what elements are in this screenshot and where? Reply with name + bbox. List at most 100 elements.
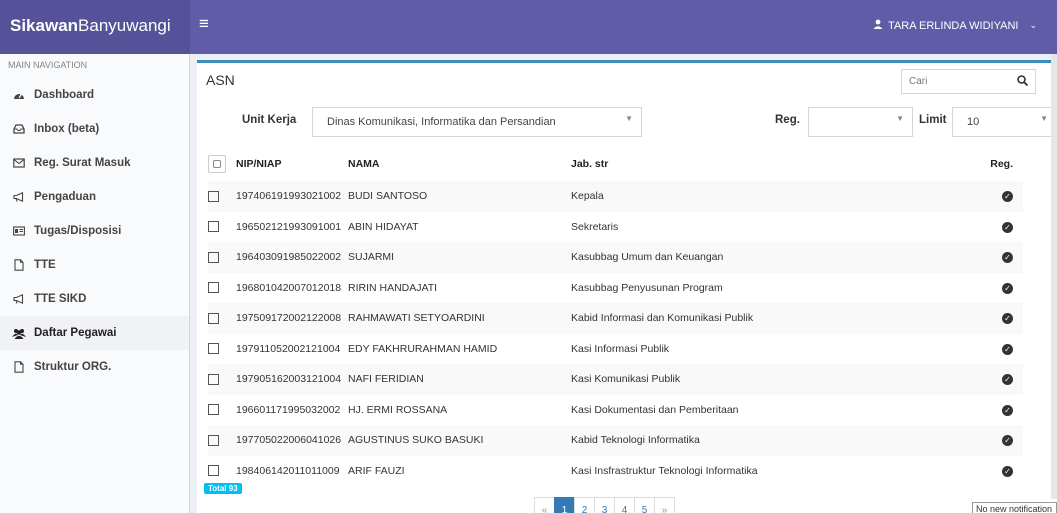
cell-nip: 197509172002122008 <box>236 303 348 334</box>
sidebar-item-tte-sikd[interactable]: TTE SIKD <box>0 282 189 316</box>
col-reg: Reg. <box>990 158 1013 170</box>
cell-nip: 197905162003121004 <box>236 364 348 395</box>
table-row: 196601171995032002 HJ. ERMI ROSSANA Kasi D… <box>208 395 1023 426</box>
dropdown-arrow-icon: ▼ <box>1040 114 1048 123</box>
pagination-page-5[interactable]: 5 <box>634 497 655 513</box>
row-checkbox[interactable] <box>208 282 219 294</box>
table-row: 197406191993021002 BUDI SANTOSO Kepala ✓ <box>208 181 1023 212</box>
row-checkbox[interactable] <box>208 221 219 233</box>
row-checkbox[interactable] <box>208 404 219 416</box>
check-circle-icon: ✓ <box>1002 252 1013 264</box>
check-circle-icon: ✓ <box>1002 282 1013 294</box>
table-row: 197509172002122008 RAHMAWATI SETYOARDINI K… <box>208 303 1023 334</box>
row-checkbox[interactable] <box>208 434 219 446</box>
cell-nama: HJ. ERMI ROSSANA <box>348 403 448 416</box>
total-badge: Total 93 <box>204 483 242 494</box>
cell-nip: 196801042007012018 <box>236 281 342 294</box>
sidebar: MAIN NAVIGATION Dashboard Inbox (beta) Reg… <box>0 54 190 513</box>
cell-nama: NAFI FERIDIAN <box>348 364 571 395</box>
unit-kerja-label: Unit Kerja <box>242 114 297 126</box>
select-all-checkbox[interactable] <box>208 155 226 173</box>
sidebar-item-pengaduan[interactable]: Pengaduan <box>0 180 189 214</box>
sidebar-item-label: Reg. Surat Masuk <box>34 157 131 169</box>
top-navbar: ≡ TARA ERLINDA WIDIYANI ⌄ <box>190 0 1057 54</box>
sidebar-item-tte[interactable]: TTE <box>0 248 189 282</box>
pagination-prev[interactable]: « <box>534 497 555 513</box>
asn-panel: ASN Unit Kerja Dinas Komunikasi, Informa… <box>197 60 1057 513</box>
check-circle-icon: ✓ <box>1002 374 1013 386</box>
scrollbar[interactable] <box>1051 54 1057 499</box>
user-name: TARA ERLINDA WIDIYANI <box>888 19 1019 32</box>
sidebar-item-label: TTE SIKD <box>34 293 87 305</box>
check-circle-icon: ✓ <box>1002 191 1013 203</box>
unit-kerja-value: Dinas Komunikasi, Informatika dan Persan… <box>327 116 556 128</box>
cell-nip: 196601171995032002 <box>236 403 341 416</box>
user-menu[interactable]: TARA ERLINDA WIDIYANI ⌄ <box>873 19 1037 32</box>
sidebar-item-label: TTE <box>34 259 56 271</box>
page-title: ASN <box>206 72 235 88</box>
pagination-page-4[interactable]: 4 <box>614 497 635 513</box>
table-row: 197905162003121004 NAFI FERIDIAN Kasi Komu… <box>208 364 1023 395</box>
check-circle-icon: ✓ <box>1002 465 1013 477</box>
search-input[interactable] <box>902 70 1012 93</box>
cell-jabatan: Kasi Informasi Publik <box>571 342 670 355</box>
check-circle-icon: ✓ <box>1002 343 1013 355</box>
col-jabatan: Jab. str <box>571 158 609 170</box>
sidebar-item-daftar-pegawai[interactable]: Daftar Pegawai <box>0 316 189 350</box>
sidebar-item-struktur-org[interactable]: Struktur ORG. <box>0 350 189 384</box>
row-checkbox[interactable] <box>208 251 219 263</box>
sidebar-item-label: Tugas/Disposisi <box>34 225 122 237</box>
row-checkbox[interactable] <box>208 343 219 355</box>
sidebar-item-label: Dashboard <box>34 89 95 101</box>
table-header-row: NIP/NIAP NAMA Jab. str Reg. <box>208 147 1023 181</box>
cell-jabatan: Sekretaris <box>571 220 619 233</box>
row-checkbox[interactable] <box>208 373 219 385</box>
row-checkbox[interactable] <box>208 312 219 324</box>
dropdown-arrow-icon: ▼ <box>896 114 904 123</box>
table-row: 197705022006041026 AGUSTINUS SUKO BASUKI K… <box>208 425 1023 456</box>
sidebar-item-label: Daftar Pegawai <box>34 327 117 339</box>
cell-jabatan: Kasi Komunikasi Publik <box>571 364 956 395</box>
cell-jabatan: Kasi Dokumentasi dan Pemberitaan <box>571 403 739 416</box>
col-nip: NIP/NIAP <box>236 158 282 170</box>
reg-select[interactable]: ▼ <box>808 107 913 137</box>
pagination-page-1[interactable]: 1 <box>554 497 575 513</box>
cell-nama: ARIF FAUZI <box>348 464 405 477</box>
search-box <box>901 69 1036 94</box>
sidebar-item-dashboard[interactable]: Dashboard <box>0 78 189 112</box>
user-icon <box>873 19 883 32</box>
bullhorn-icon <box>12 192 26 202</box>
check-circle-icon: ✓ <box>1002 313 1013 325</box>
dashboard-icon <box>12 90 26 100</box>
table-row: 198406142011011009 ARIF FAUZI Kasi Insfras… <box>208 456 1023 487</box>
users-icon <box>12 328 26 339</box>
limit-select[interactable]: 10 ▼ <box>952 107 1057 137</box>
sidebar-item-label: Inbox (beta) <box>34 123 100 135</box>
brand-bold: Sikawan <box>10 16 79 35</box>
unit-kerja-select[interactable]: Dinas Komunikasi, Informatika dan Persan… <box>312 107 642 137</box>
cell-jabatan: Kasubbag Penyusunan Program <box>571 281 723 294</box>
pagination-next[interactable]: » <box>654 497 675 513</box>
cell-jabatan: Kabid Informasi dan Komunikasi Publik <box>571 303 956 334</box>
pagination-page-3[interactable]: 3 <box>594 497 615 513</box>
sidebar-item-reg-surat-masuk[interactable]: Reg. Surat Masuk <box>0 146 189 180</box>
cell-nip: 196403091985022002 <box>236 242 348 273</box>
sidebar-item-inbox-beta[interactable]: Inbox (beta) <box>0 112 189 146</box>
id-card-icon <box>12 226 26 236</box>
app-logo[interactable]: SikawanBanyuwangi <box>0 0 190 54</box>
sidebar-item-label: Pengaduan <box>34 191 96 203</box>
row-checkbox[interactable] <box>208 465 219 477</box>
pagination-page-2[interactable]: 2 <box>574 497 595 513</box>
row-checkbox[interactable] <box>208 190 219 202</box>
cell-nip: 197406191993021002 <box>236 181 348 212</box>
search-icon[interactable] <box>1012 74 1032 89</box>
table-row: 196403091985022002 SUJARMI Kasubbag Umum d… <box>208 242 1023 273</box>
cell-nama: ABIN HIDAYAT <box>348 220 419 233</box>
menu-toggle-icon[interactable]: ≡ <box>199 14 209 34</box>
cell-nama: EDY FAKHRURAHMAN HAMID <box>348 342 498 355</box>
nav-header: MAIN NAVIGATION <box>8 60 88 70</box>
cell-nip: 197705022006041026 <box>236 425 348 456</box>
envelope-icon <box>12 158 26 168</box>
sidebar-item-tugas-disposisi[interactable]: Tugas/Disposisi <box>0 214 189 248</box>
cell-nama: RIRIN HANDAJATI <box>348 281 438 294</box>
